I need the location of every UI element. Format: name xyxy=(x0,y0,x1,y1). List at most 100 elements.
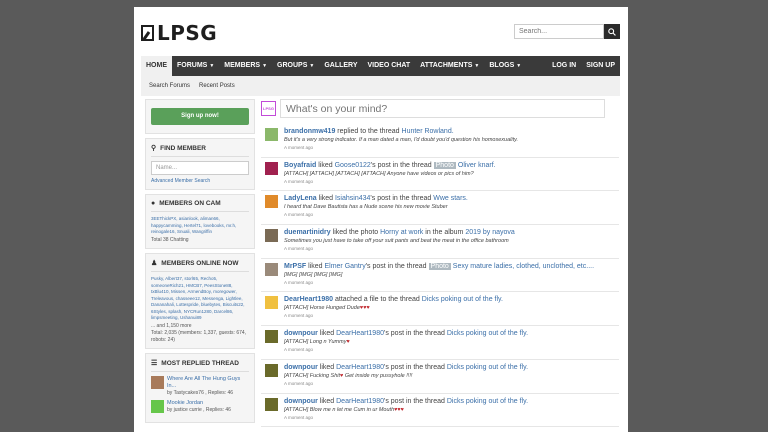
list-item[interactable]: Mookie Jordan by justice currie , Replie… xyxy=(151,399,249,414)
thread-link[interactable]: Dicks poking out of the fly. xyxy=(447,364,528,371)
user-link[interactable]: downpour xyxy=(284,330,318,337)
find-member-panel: ⚲ FIND MEMBER Name... Advanced Member Sea… xyxy=(145,138,255,190)
action-text: liked xyxy=(316,195,335,203)
feed-list: brandonmw419 replied to the thread Hunte… xyxy=(261,124,619,428)
nav-blogs[interactable]: BLOGS ▼ xyxy=(484,56,526,76)
thread-title[interactable]: Mookie Jordan xyxy=(167,400,231,407)
list-item[interactable]: downpour liked DearHeart1980's post in t… xyxy=(261,326,619,360)
action-text: in the album xyxy=(423,229,466,237)
user-link[interactable]: brandonmw419 xyxy=(284,128,335,135)
thread-link[interactable]: Sexy mature ladies, clothed, unclothed, … xyxy=(453,263,594,270)
list-item[interactable]: MrPSF liked Elmer Gantry's post in the t… xyxy=(261,259,619,293)
list-item[interactable]: Boyafraid liked Goose0122's post in the … xyxy=(261,158,619,192)
activity-text: DearHeart1980 attached a file to the thr… xyxy=(284,295,619,304)
sidebar: Sign up now! ⚲ FIND MEMBER Name... Advanc… xyxy=(145,99,255,427)
more-members: ... and 1,150 more xyxy=(151,322,192,329)
action-text: 's post in the thread xyxy=(384,330,447,338)
search-button[interactable] xyxy=(604,24,620,39)
timestamp: A moment ago xyxy=(284,246,314,252)
member-link[interactable]: Horny at work xyxy=(380,229,423,236)
nav-gallery[interactable]: GALLERY xyxy=(319,56,362,76)
signup-link[interactable]: SIGN UP xyxy=(581,56,620,76)
thread-meta: by Tastycakes76 , Replies: 46 xyxy=(167,390,234,396)
nav-video-chat[interactable]: VIDEO CHAT xyxy=(363,56,416,76)
avatar[interactable] xyxy=(265,363,278,377)
online-member-list[interactable]: Pusky, Albert37, storl65, Recho5, someon… xyxy=(151,276,249,322)
thread-link[interactable]: 2019 by nayova xyxy=(465,229,514,236)
post-snippet: [ATTACH] Horse Hunged Dude♥♥♥ xyxy=(284,305,370,312)
list-item[interactable]: brandonmw419 replied to the thread Hunte… xyxy=(261,124,619,158)
avatar[interactable] xyxy=(265,229,278,243)
user-link[interactable]: duemartinidry xyxy=(284,229,331,236)
status-input[interactable] xyxy=(280,99,605,118)
thread-thumbnail xyxy=(151,399,164,413)
activity-feed: LPSG brandonmw419 replied to the thread … xyxy=(261,99,619,428)
recent-posts-link[interactable]: Recent Posts xyxy=(199,83,235,89)
search-forums-link[interactable]: Search Forums xyxy=(149,83,190,89)
signup-button[interactable]: Sign up now! xyxy=(151,108,249,125)
thread-meta: by justice currie , Replies: 46 xyxy=(167,407,231,413)
nav-attachments[interactable]: ATTACHMENTS ▼ xyxy=(415,56,484,76)
member-link[interactable]: DearHeart1980 xyxy=(336,398,384,405)
timestamp: A moment ago xyxy=(284,347,314,353)
nav-members[interactable]: MEMBERS ▼ xyxy=(219,56,272,76)
action-text: 's post in the thread xyxy=(370,195,434,203)
nav-home[interactable]: HOME xyxy=(141,56,172,76)
avatar[interactable] xyxy=(265,262,278,276)
panel-title: FIND MEMBER xyxy=(160,144,206,152)
activity-text: Boyafraid liked Goose0122's post in the … xyxy=(284,161,619,170)
avatar[interactable] xyxy=(265,161,278,175)
list-item[interactable]: downpour liked DearHeart1980's post in t… xyxy=(261,394,619,428)
thread-link[interactable]: Dicks poking out of the fly. xyxy=(447,398,528,405)
thread-link[interactable]: Wwe stars. xyxy=(433,195,468,202)
signup-panel: Sign up now! xyxy=(145,99,255,134)
user-link[interactable]: LadyLena xyxy=(284,195,317,202)
advanced-member-search-link[interactable]: Advanced Member Search xyxy=(151,178,249,184)
user-link[interactable]: downpour xyxy=(284,398,318,405)
main-nav: HOME FORUMS ▼ MEMBERS ▼ GROUPS ▼ GALLERY VI… xyxy=(141,56,620,76)
member-name-input[interactable]: Name... xyxy=(151,161,249,175)
thread-link[interactable]: Dicks poking out of the fly. xyxy=(422,296,503,303)
user-link[interactable]: MrPSF xyxy=(284,263,306,270)
panel-title: MEMBERS ONLINE NOW xyxy=(161,259,239,267)
cam-member-list[interactable]: 3EEThickPX, asianlook, aliman66, happyca… xyxy=(151,216,249,236)
search-icon xyxy=(608,27,616,36)
list-item[interactable]: Where Are All The Hung Guys In... by Tas… xyxy=(151,376,249,397)
logo-icon xyxy=(141,25,154,41)
nav-groups[interactable]: GROUPS ▼ xyxy=(272,56,319,76)
search-input[interactable] xyxy=(514,24,604,39)
action-text: liked xyxy=(317,397,337,405)
avatar[interactable] xyxy=(265,330,278,344)
post-snippet: I heard that Dave Bautista has a Nude sc… xyxy=(284,204,448,211)
avatar[interactable] xyxy=(265,397,278,411)
site-logo[interactable]: LPSG xyxy=(141,21,217,45)
sub-nav: Search Forums Recent Posts xyxy=(141,76,620,96)
nav-forums[interactable]: FORUMS ▼ xyxy=(172,56,219,76)
member-link[interactable]: Elmer Gantry xyxy=(324,263,365,270)
timestamp: A moment ago xyxy=(284,145,314,150)
thread-title[interactable]: Where Are All The Hung Guys In... xyxy=(167,376,249,389)
list-item[interactable]: DearHeart1980 attached a file to the thr… xyxy=(261,292,619,327)
avatar[interactable] xyxy=(265,195,278,209)
user-link[interactable]: DearHeart1980 xyxy=(284,296,333,303)
chevron-down-icon: ▼ xyxy=(474,63,480,69)
list-item[interactable]: duemartinidry liked the photo Horny at w… xyxy=(261,225,619,259)
list-item[interactable]: downpour liked DearHeart1980's post in t… xyxy=(261,360,619,394)
avatar[interactable] xyxy=(265,128,278,141)
thread-link[interactable]: Oliver knarf. xyxy=(458,162,496,169)
list-icon: ☰ xyxy=(151,360,158,367)
thread-link[interactable]: Dicks poking out of the fly. xyxy=(447,330,528,337)
thread-link[interactable]: Hunter Rowland. xyxy=(402,128,454,135)
user-link[interactable]: downpour xyxy=(284,364,318,371)
camera-icon: ● xyxy=(151,200,156,207)
avatar[interactable] xyxy=(265,296,278,310)
user-link[interactable]: Boyafraid xyxy=(284,162,316,169)
list-item[interactable]: LadyLena liked Isiahsin434's post in the… xyxy=(261,191,619,226)
member-link[interactable]: Goose0122 xyxy=(335,162,371,169)
member-link[interactable]: Isiahsin434 xyxy=(335,195,370,202)
member-link[interactable]: DearHeart1980 xyxy=(336,330,384,337)
login-link[interactable]: LOG IN xyxy=(547,56,581,76)
member-link[interactable]: DearHeart1980 xyxy=(336,364,384,371)
post-snippet: [IMG] [IMG] [IMG] [IMG] xyxy=(284,271,343,278)
post-snippet: But it's a very strong indicator. If a m… xyxy=(284,137,518,143)
